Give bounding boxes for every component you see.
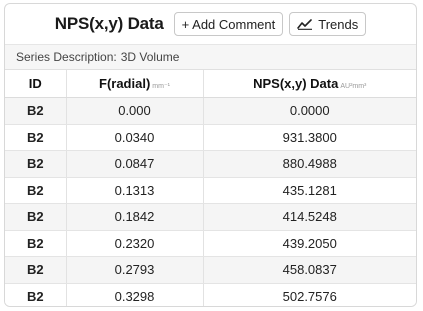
id-cell: B2: [5, 203, 67, 231]
trends-label: Trends: [318, 16, 359, 32]
table-row: B2 0.1842 414.5248: [5, 203, 416, 231]
nps-cell: 414.5248: [203, 203, 416, 231]
id-cell: B2: [5, 230, 67, 257]
column-header-label: F(radial): [99, 76, 151, 91]
id-cell: B2: [5, 124, 67, 151]
f-radial-cell: 0.0847: [66, 150, 204, 178]
id-cell: B2: [5, 97, 67, 125]
page-title: NPS(x,y) Data: [54, 14, 164, 33]
table-row: B2 0.3298 502.7576: [5, 283, 416, 306]
id-cell: B2: [5, 283, 67, 306]
nps-cell: 502.7576: [203, 283, 416, 306]
nps-data-panel: NPS(x,y) Data + Add Comment Trends Serie…: [4, 3, 417, 307]
trend-line-icon: [297, 18, 313, 30]
table-row: B2 0.2320 439.2050: [5, 230, 416, 257]
series-description: Series Description: 3D Volume: [5, 44, 416, 70]
column-header-f-radial[interactable]: F(radial) mm⁻¹: [66, 70, 204, 98]
table-row: B2 0.000 0.0000: [5, 97, 416, 125]
nps-cell: 0.0000: [203, 97, 416, 125]
f-radial-cell: 0.2793: [66, 256, 204, 284]
table-row: B2 0.0847 880.4988: [5, 150, 416, 178]
f-radial-cell: 0.3298: [66, 283, 204, 306]
id-cell: B2: [5, 256, 67, 284]
column-header-nps[interactable]: NPS(x,y) Data AU²mm³: [203, 70, 416, 98]
id-cell: B2: [5, 177, 67, 204]
column-header-label: NPS(x,y) Data: [253, 76, 339, 91]
nps-cell: 931.3800: [203, 124, 416, 151]
panel-header: NPS(x,y) Data + Add Comment Trends: [5, 4, 416, 44]
nps-data-table: ID F(radial) mm⁻¹ NPS(x,y) Data AU²mm³ B2 …: [5, 70, 416, 306]
f-radial-cell: 0.1842: [66, 203, 204, 231]
table-row: B2 0.2793 458.0837: [5, 256, 416, 284]
nps-cell: 439.2050: [203, 230, 416, 257]
add-comment-button[interactable]: + Add Comment: [173, 12, 284, 36]
f-radial-cell: 0.2320: [66, 230, 204, 257]
trends-button[interactable]: Trends: [289, 12, 367, 36]
nps-cell: 880.4988: [203, 150, 416, 178]
column-header-label: ID: [28, 76, 42, 91]
f-radial-cell: 0.0340: [66, 124, 204, 151]
table-row: B2 0.1313 435.1281: [5, 177, 416, 204]
table-row: B2 0.0340 931.3800: [5, 124, 416, 151]
f-radial-cell: 0.1313: [66, 177, 204, 204]
nps-cell: 458.0837: [203, 256, 416, 284]
table-header-row: ID F(radial) mm⁻¹ NPS(x,y) Data AU²mm³: [5, 70, 416, 98]
f-radial-cell: 0.000: [66, 97, 204, 125]
column-unit: AU²mm³: [340, 83, 367, 90]
column-unit: mm⁻¹: [152, 83, 170, 90]
add-comment-label: + Add Comment: [181, 16, 276, 32]
id-cell: B2: [5, 150, 67, 178]
series-description-label: Series Description:: [16, 50, 117, 64]
nps-cell: 435.1281: [203, 177, 416, 204]
column-header-id[interactable]: ID: [5, 70, 67, 98]
series-description-value: 3D Volume: [120, 50, 180, 64]
